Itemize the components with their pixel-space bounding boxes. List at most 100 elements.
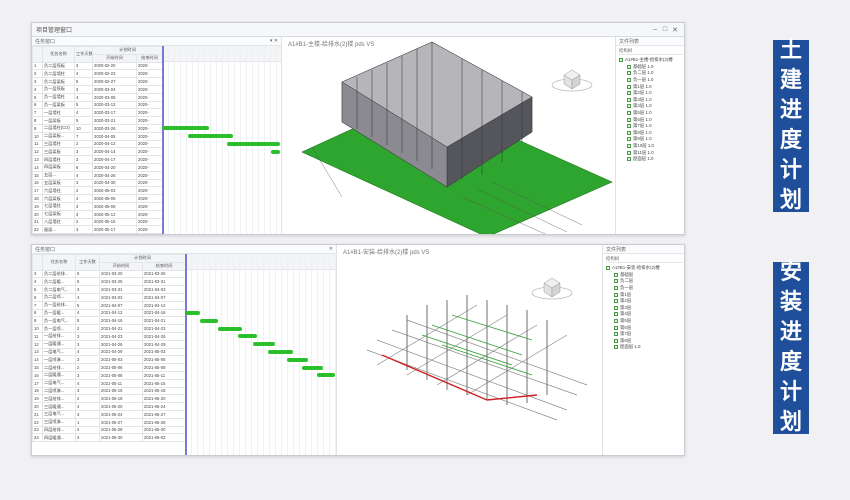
tree-item[interactable]: 第9层 1.0 — [619, 136, 683, 143]
checkbox-icon[interactable] — [627, 117, 631, 122]
table-row[interactable]: 4 负二层暖... 6 2021-03-25 2021-03-31 — [32, 277, 187, 287]
checkbox-icon[interactable] — [614, 312, 618, 317]
close-icon[interactable]: ✕ — [329, 246, 333, 252]
checkbox-icon[interactable] — [619, 58, 623, 63]
table-row[interactable]: 13 四层墙柱 3 2020-04-17 2020- — [32, 155, 164, 164]
tree-tab[interactable]: 结构树 — [619, 48, 683, 55]
table-row[interactable]: 6 负一层梁板 5 2020-03-12 2020- — [32, 100, 164, 110]
tree-item[interactable]: 第5层 1.0 — [619, 110, 683, 117]
table-row[interactable]: 6 负二层喷... 4 2021-04-03 2021-04-07 — [32, 292, 187, 302]
table-row[interactable]: 11 三层墙柱 2 2020-04-12 2020- — [32, 139, 164, 149]
checkbox-icon[interactable] — [614, 319, 618, 324]
gantt-bar[interactable] — [302, 365, 323, 370]
tree-item[interactable]: 第4层 — [606, 311, 683, 318]
table-row[interactable]: 23 四层给排... 2 2021-05-28 2021-05-30 — [32, 425, 187, 435]
gantt-bar[interactable] — [237, 334, 257, 339]
table-row[interactable]: 3 负二层梁板 5 2020-02-27 2020- — [32, 77, 164, 86]
tree-item[interactable]: 第11层 1.0 — [619, 149, 683, 156]
pin-icon[interactable]: ▾ ✕ — [270, 38, 278, 44]
table-row[interactable]: 24 四层暖通... 3 2021-05-30 2021-06-02 — [32, 433, 187, 443]
tree-item[interactable]: 第2层 1.0 — [619, 90, 683, 97]
tree-item[interactable]: 第1层 — [606, 291, 683, 298]
table-row[interactable]: 19 七层墙柱 3 2020-05-09 2020- — [32, 201, 164, 211]
table-row[interactable]: 7 负一层给排... 5 2021-04-07 2021-04-12 — [32, 300, 187, 310]
checkbox-icon[interactable] — [627, 137, 631, 142]
table-row[interactable]: 14 一层喷淋... 3 2021-05-03 2021-05-06 — [32, 355, 187, 365]
maximize-icon[interactable]: □ — [660, 25, 670, 34]
table-row[interactable]: 13 一层电气... 4 2021-04-29 2021-05-03 — [32, 347, 187, 357]
table-row[interactable]: 5 负一层墙柱 4 2020-03-08 2020- — [32, 92, 164, 102]
checkbox-icon[interactable] — [614, 299, 618, 304]
table-row[interactable]: 9 负一层电气... 5 2021-04-16 2021-04-21 — [32, 316, 187, 326]
checkbox-icon[interactable] — [614, 286, 618, 291]
minimize-icon[interactable]: – — [650, 25, 660, 34]
checkbox-icon[interactable] — [627, 104, 631, 109]
table-row[interactable]: 15 五层... 4 2020-04-26 2020- — [32, 170, 164, 180]
tree-item[interactable]: 负一层 1.0 — [619, 77, 683, 84]
table-row[interactable]: 12 一层暖通... 3 2021-04-26 2021-04-29 — [32, 339, 187, 349]
gantt-bar[interactable] — [267, 350, 293, 354]
tree-item[interactable]: 负二层 — [606, 278, 683, 285]
checkbox-icon[interactable] — [627, 64, 631, 69]
table-row[interactable]: 17 六层墙柱 2 2020-05-03 2020- — [32, 186, 164, 196]
table-row[interactable]: 21 三层电气... 3 2021-05-24 2021-05-27 — [32, 409, 187, 419]
gantt-bar[interactable] — [200, 318, 218, 323]
checkbox-icon[interactable] — [627, 157, 631, 162]
table-row[interactable]: 22 屋面... 3 2020-05-17 2020- — [32, 225, 164, 234]
table-row[interactable]: 12 三层梁板 3 2020-04-14 2020- — [32, 147, 164, 157]
checkbox-icon[interactable] — [614, 325, 618, 330]
checkbox-icon[interactable] — [614, 279, 618, 284]
table-row[interactable]: 5 负二层电气... 3 2021-03-31 2021-04-03 — [32, 285, 187, 294]
table-row[interactable]: 9 二层墙柱(CO) 10 2020-03-26 2020- — [32, 123, 164, 133]
tree-item[interactable]: 第7层 — [606, 331, 683, 338]
tree-item[interactable]: 第6层 — [606, 324, 683, 331]
checkbox-icon[interactable] — [627, 71, 631, 76]
tree-item[interactable]: 第8层 — [606, 338, 683, 345]
table-row[interactable]: 19 三层给排... 2 2021-05-18 2021-05-20 — [32, 394, 187, 404]
table-row[interactable]: 8 负一层暖... 4 2021-04-12 2021-04-16 — [32, 308, 187, 318]
checkbox-icon[interactable] — [627, 84, 631, 89]
tree-item[interactable]: 第7层 1.0 — [619, 123, 683, 130]
checkbox-icon[interactable] — [627, 144, 631, 149]
tree-item[interactable]: 第5层 — [606, 318, 683, 325]
checkbox-icon[interactable] — [627, 150, 631, 155]
checkbox-icon[interactable] — [614, 272, 618, 277]
gantt-bar[interactable] — [187, 134, 233, 139]
gantt-bar[interactable] — [162, 126, 210, 131]
table-row[interactable]: 4 负一层筏板 3 2020-03-04 2020- — [32, 84, 164, 94]
tree-item[interactable]: A1#B1-主楼-给排水(2)楼 — [619, 57, 683, 64]
checkbox-icon[interactable] — [627, 130, 631, 135]
checkbox-icon[interactable] — [627, 78, 631, 83]
tree-tab[interactable]: 结构树 — [606, 256, 683, 263]
tree-item[interactable]: 负一层 — [606, 285, 683, 292]
table-row[interactable]: 10 二层梁板... 7 2020-04-05 2020- — [32, 131, 164, 141]
checkbox-icon[interactable] — [614, 345, 618, 350]
tree-item[interactable]: 第1层 1.0 — [619, 83, 683, 90]
table-row[interactable]: 16 二层暖通... 3 2021-05-08 2021-05-11 — [32, 370, 187, 380]
gantt-bar[interactable] — [252, 342, 275, 347]
tree-item[interactable]: 第4层 1.0 — [619, 103, 683, 110]
checkbox-icon[interactable] — [614, 338, 618, 343]
checkbox-icon[interactable] — [614, 292, 618, 297]
tree-item[interactable]: 第2层 — [606, 298, 683, 305]
tree-item[interactable]: 基础层 — [606, 272, 683, 279]
gantt-bar[interactable] — [218, 326, 242, 331]
table-row[interactable]: 18 二层喷淋... 3 2021-05-15 2021-05-18 — [32, 386, 187, 396]
tree-item[interactable]: 第3层 — [606, 305, 683, 312]
tree-item[interactable]: 屋面层 1.0 — [606, 344, 683, 351]
checkbox-icon[interactable] — [627, 111, 631, 116]
gantt-bar[interactable] — [270, 149, 280, 154]
table-row[interactable]: 18 六层梁板 4 2020-05-05 2020- — [32, 194, 164, 203]
checkbox-icon[interactable] — [606, 266, 610, 271]
tree-item[interactable]: 屋面层 1.0 — [619, 156, 683, 163]
table-row[interactable]: 10 负一层喷... 2 2021-04-21 2021-04-23 — [32, 324, 187, 333]
checkbox-icon[interactable] — [627, 97, 631, 102]
table-row[interactable]: 3 负二层给排... 5 2021-03-20 2021-03-25 — [32, 269, 187, 279]
close-icon[interactable]: ✕ — [670, 25, 680, 34]
tree-item[interactable]: A1#B1-安装-给排水(2)楼 — [606, 265, 683, 272]
table-row[interactable]: 8 一层梁板 5 2020-03-21 2020- — [32, 116, 164, 125]
gantt-bar[interactable] — [317, 373, 335, 378]
tree-item[interactable]: 第10层 1.0 — [619, 143, 683, 150]
table-row[interactable]: 21 八层墙柱 2 2020-05-15 2020- — [32, 217, 164, 227]
tree-item[interactable]: 负二层 1.0 — [619, 70, 683, 77]
